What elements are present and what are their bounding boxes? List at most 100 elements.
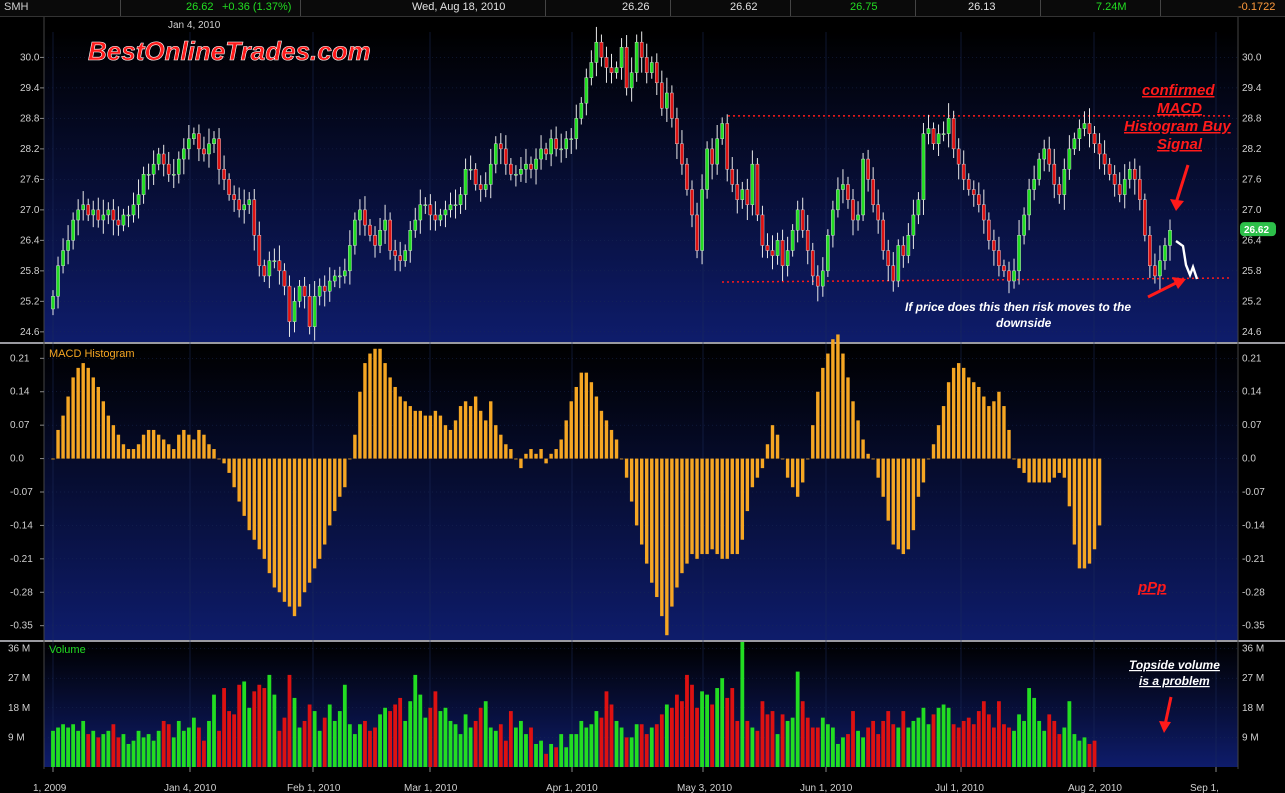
price-tick-label-right: 30.0	[1242, 52, 1262, 63]
candle-body	[1052, 163, 1057, 185]
candle-body	[368, 224, 372, 236]
macd-tick-label-left: 0.0	[10, 454, 24, 465]
quote-date: Wed, Aug 18, 2010	[412, 1, 506, 13]
volume-bar	[735, 720, 740, 767]
macd-histogram-bar	[363, 363, 367, 459]
volume-bar	[589, 724, 594, 767]
volume-bar	[1082, 737, 1087, 767]
candle-body	[1087, 123, 1092, 134]
candle-body	[966, 179, 971, 190]
candle-body	[353, 219, 357, 246]
candle-body	[1002, 265, 1006, 272]
volume-tick-label-left: 36 M	[8, 644, 30, 655]
candle-body	[126, 214, 131, 217]
x-tick-label: Jan 4, 2010	[164, 783, 217, 793]
candle-body	[1132, 169, 1137, 180]
candle-body	[926, 128, 931, 134]
candle-body	[1027, 189, 1031, 216]
candle-body	[1112, 174, 1117, 185]
candle-body	[821, 270, 825, 287]
volume-bar	[720, 678, 725, 767]
volume-tick-label-right: 9 M	[1242, 732, 1259, 743]
candle-body	[785, 250, 790, 266]
volume-bar	[891, 724, 896, 767]
candle-body	[629, 72, 634, 89]
volume-bar	[800, 701, 805, 767]
macd-histogram-bar	[96, 386, 100, 459]
volume-bar	[1027, 688, 1032, 767]
candle-body	[725, 123, 730, 170]
volume-bar	[941, 704, 946, 767]
macd-histogram-bar	[343, 458, 347, 488]
macd-tick-label-left: -0.28	[10, 587, 33, 598]
volume-bar	[166, 724, 171, 767]
candle-body	[423, 204, 428, 206]
macd-histogram-bar	[116, 434, 121, 459]
volume-bar	[101, 734, 106, 767]
macd-histogram-bar	[931, 444, 936, 459]
volume-bar	[730, 688, 735, 767]
macd-histogram-bar	[151, 429, 156, 459]
volume-tick-label-left: 18 M	[8, 703, 30, 714]
candle-body	[639, 41, 644, 58]
macd-histogram-bar	[136, 444, 141, 459]
candle-body	[473, 169, 478, 185]
macd-tick-label-right: 0.0	[1242, 454, 1256, 465]
macd-histogram-bar	[881, 458, 885, 497]
macd-histogram-bar	[61, 415, 65, 459]
macd-histogram-bar	[780, 458, 785, 460]
candle-body	[851, 199, 855, 221]
macd-histogram-bar	[81, 363, 85, 459]
candle-body	[363, 209, 367, 226]
candle-body	[176, 158, 181, 175]
volume-bar	[836, 743, 840, 767]
volume-bar	[1002, 724, 1006, 767]
macd-histogram-bar	[76, 367, 80, 459]
macd-histogram-bar	[1072, 458, 1077, 545]
macd-histogram-bar	[645, 458, 649, 564]
candle-body	[1168, 229, 1172, 246]
candle-body	[795, 209, 800, 231]
candle-body	[66, 240, 70, 251]
macd-histogram-bar	[891, 458, 895, 545]
candle-body	[393, 250, 397, 256]
candle-body	[287, 285, 292, 322]
candle-body	[589, 62, 594, 78]
volume-bar	[614, 720, 619, 767]
volume-bar	[830, 727, 835, 767]
volume-bar	[468, 727, 473, 767]
risk-note-line2: downside	[996, 316, 1052, 330]
volume-bar	[886, 711, 891, 767]
volume-bar	[599, 717, 604, 767]
macd-histogram-bar	[207, 444, 211, 459]
macd-histogram-bar	[936, 425, 941, 459]
candle-body	[886, 250, 891, 266]
macd-tick-label-left: 0.14	[10, 387, 30, 398]
candle-body	[332, 275, 337, 282]
candle-body	[1057, 184, 1062, 195]
macd-histogram-bar	[962, 367, 966, 459]
candle-body	[564, 138, 569, 150]
volume-bar	[700, 691, 704, 767]
volume-bar	[760, 701, 765, 767]
candle-body	[202, 148, 206, 155]
macd-histogram-bar	[66, 396, 70, 459]
macd-histogram-bar	[187, 434, 191, 459]
volume-bar	[815, 727, 820, 767]
candle-body	[257, 235, 262, 266]
macd-tick-label-left: 0.07	[10, 420, 30, 431]
macd-histogram-bar	[463, 401, 468, 459]
volume-bar	[780, 714, 785, 767]
candle-body	[106, 209, 111, 216]
volume-bar	[584, 727, 589, 767]
macd-tick-label-right: -0.07	[1242, 487, 1265, 498]
volume-bar	[252, 691, 257, 767]
volume-bar	[508, 711, 513, 767]
macd-histogram-bar	[730, 458, 734, 555]
volume-bar	[846, 734, 850, 767]
volume-bar	[327, 704, 332, 767]
macd-histogram-bar	[1042, 458, 1046, 483]
macd-histogram-bar	[443, 425, 448, 459]
macd-histogram-bar	[851, 401, 855, 459]
volume-bar	[559, 734, 564, 767]
